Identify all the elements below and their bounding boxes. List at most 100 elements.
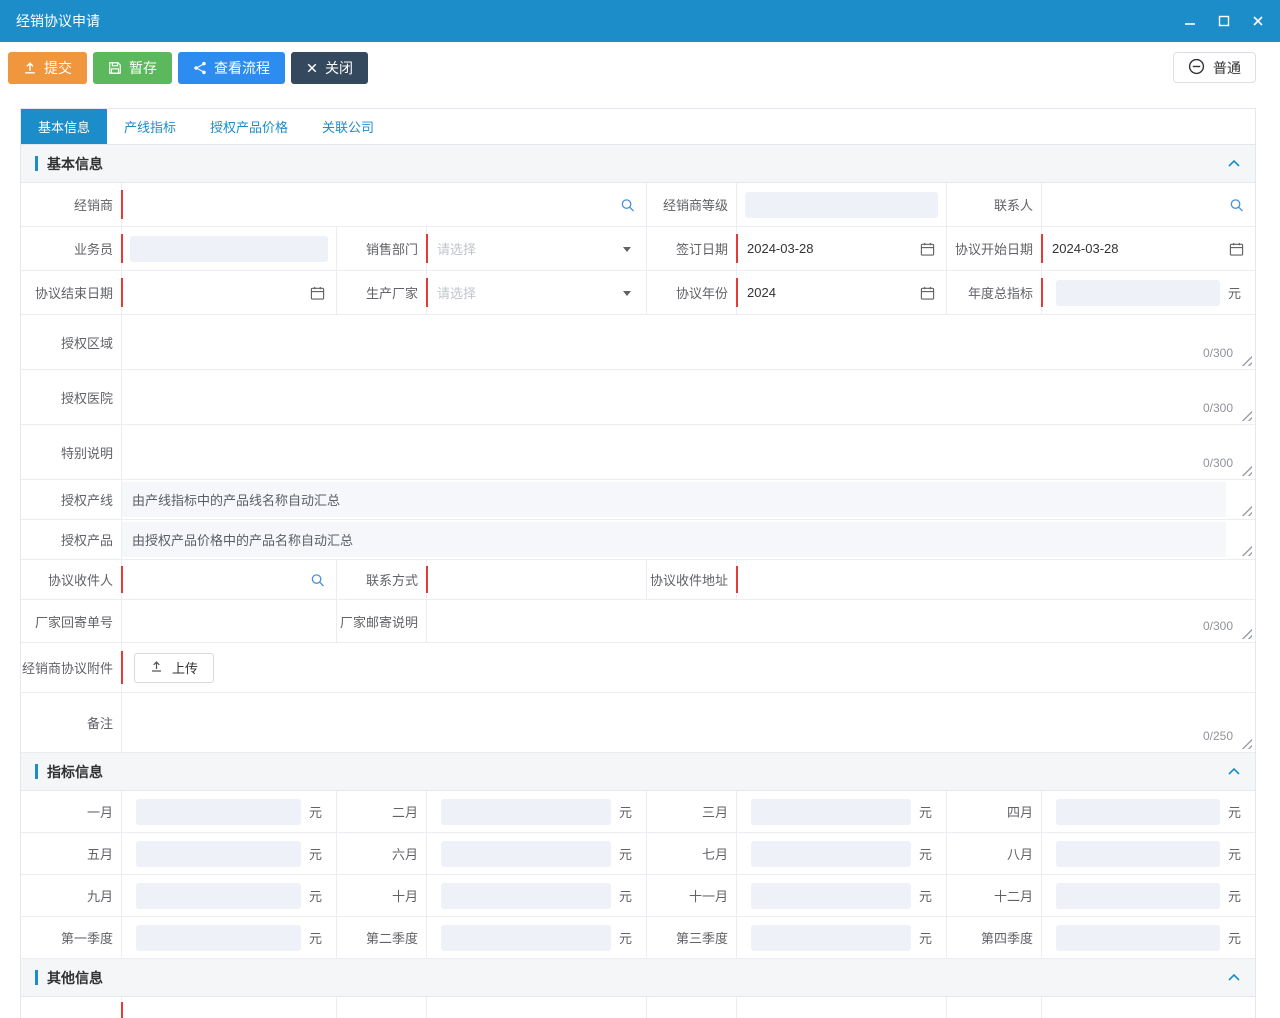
metric-field[interactable]: 元 xyxy=(1041,833,1255,874)
resize-handle-icon[interactable] xyxy=(1241,505,1252,516)
auth-region-textarea[interactable]: 0/300 xyxy=(121,315,1255,369)
close-window-button[interactable] xyxy=(1252,15,1264,27)
chevron-up-icon[interactable] xyxy=(1227,767,1241,776)
metric-field[interactable]: 元 xyxy=(1041,791,1255,832)
tab-basic-info[interactable]: 基本信息 xyxy=(21,109,107,144)
chevron-up-icon[interactable] xyxy=(1227,159,1241,168)
metric-field[interactable]: 元 xyxy=(121,917,336,958)
metric-input[interactable] xyxy=(751,799,911,825)
metric-field[interactable]: 元 xyxy=(426,875,646,916)
return-tracking-field[interactable] xyxy=(121,600,336,642)
recipient-search-field[interactable] xyxy=(121,560,336,599)
metric-input[interactable] xyxy=(136,841,301,867)
metric-field[interactable]: 元 xyxy=(736,917,946,958)
annual-target-field[interactable]: 元 xyxy=(1041,271,1255,314)
metric-input[interactable] xyxy=(751,841,911,867)
metric-input[interactable] xyxy=(441,799,611,825)
search-icon[interactable] xyxy=(1229,197,1244,212)
resize-handle-icon[interactable] xyxy=(1241,355,1252,366)
salesman-field[interactable] xyxy=(121,227,336,270)
metric-field[interactable]: 元 xyxy=(121,833,336,874)
metric-field[interactable]: 元 xyxy=(121,875,336,916)
search-icon[interactable] xyxy=(620,197,635,212)
metric-input[interactable] xyxy=(751,925,911,951)
dealer-search-field[interactable] xyxy=(121,183,646,226)
clipped-field[interactable] xyxy=(736,997,946,1018)
metric-field[interactable]: 元 xyxy=(426,917,646,958)
unit-label: 元 xyxy=(619,928,632,947)
metric-field[interactable]: 元 xyxy=(426,791,646,832)
metric-input[interactable] xyxy=(136,925,301,951)
section-title-other: 其他信息 xyxy=(47,968,103,988)
metric-field[interactable]: 元 xyxy=(736,833,946,874)
resize-handle-icon[interactable] xyxy=(1241,628,1252,639)
dealer-level-field[interactable] xyxy=(736,183,946,226)
tab-authorized-product-price[interactable]: 授权产品价格 xyxy=(193,109,305,144)
clipped-field[interactable] xyxy=(426,997,646,1018)
annual-target-input[interactable] xyxy=(1056,280,1220,306)
submit-button[interactable]: 提交 xyxy=(8,52,87,84)
metric-label: 十一月 xyxy=(646,875,736,916)
agreement-attachment-field: 上传 xyxy=(121,643,1255,692)
recipient-address-field[interactable] xyxy=(736,560,1255,599)
remark-textarea[interactable]: 0/250 xyxy=(121,693,1255,752)
metric-field[interactable]: 元 xyxy=(1041,917,1255,958)
unit-label: 元 xyxy=(1228,283,1241,302)
mailing-note-textarea[interactable]: 0/300 xyxy=(426,600,1255,642)
metric-input[interactable] xyxy=(1056,799,1220,825)
metric-input[interactable] xyxy=(136,883,301,909)
close-form-label: 关闭 xyxy=(325,58,353,78)
tab-related-company[interactable]: 关联公司 xyxy=(305,109,391,144)
auth-product-line-value: 由产线指标中的产品线名称自动汇总 xyxy=(122,482,1226,517)
chevron-up-icon[interactable] xyxy=(1227,973,1241,982)
calendar-icon[interactable] xyxy=(920,241,935,256)
section-title-basic: 基本信息 xyxy=(47,154,103,174)
metric-input[interactable] xyxy=(751,883,911,909)
resize-handle-icon[interactable] xyxy=(1241,465,1252,476)
clipped-field[interactable] xyxy=(1041,997,1255,1018)
manufacturer-select[interactable]: 请选择 xyxy=(426,271,646,314)
salesman-input[interactable] xyxy=(130,236,328,262)
metric-field[interactable]: 元 xyxy=(426,833,646,874)
metric-input[interactable] xyxy=(1056,925,1220,951)
metric-field[interactable]: 元 xyxy=(1041,875,1255,916)
maximize-button[interactable] xyxy=(1218,15,1230,27)
resize-handle-icon[interactable] xyxy=(1241,738,1252,749)
view-process-button[interactable]: 查看流程 xyxy=(178,52,285,84)
search-icon[interactable] xyxy=(310,572,325,587)
agreement-year-field[interactable]: 2024 xyxy=(736,271,946,314)
upload-button[interactable]: 上传 xyxy=(134,653,214,683)
caret-down-icon[interactable] xyxy=(623,247,631,252)
sign-date-field[interactable]: 2024-03-28 xyxy=(736,227,946,270)
end-date-field[interactable] xyxy=(121,271,336,314)
special-note-textarea[interactable]: 0/300 xyxy=(121,425,1255,479)
metric-field[interactable]: 元 xyxy=(736,791,946,832)
contact-search-field[interactable] xyxy=(1041,183,1255,226)
calendar-icon[interactable] xyxy=(1229,241,1244,256)
close-form-button[interactable]: 关闭 xyxy=(291,52,368,84)
metric-field[interactable]: 元 xyxy=(736,875,946,916)
minimize-button[interactable] xyxy=(1184,15,1196,27)
metric-input[interactable] xyxy=(1056,841,1220,867)
metric-field[interactable]: 元 xyxy=(121,791,336,832)
save-draft-button[interactable]: 暂存 xyxy=(93,52,172,84)
start-date-field[interactable]: 2024-03-28 xyxy=(1041,227,1255,270)
priority-badge[interactable]: 普通 xyxy=(1173,52,1256,83)
calendar-icon[interactable] xyxy=(310,285,325,300)
resize-handle-icon[interactable] xyxy=(1241,410,1252,421)
metric-input[interactable] xyxy=(441,925,611,951)
caret-down-icon[interactable] xyxy=(623,291,631,296)
resize-handle-icon[interactable] xyxy=(1241,545,1252,556)
metric-input[interactable] xyxy=(1056,883,1220,909)
calendar-icon[interactable] xyxy=(920,285,935,300)
sales-dept-select[interactable]: 请选择 xyxy=(426,227,646,270)
contact-way-field[interactable] xyxy=(426,560,646,599)
auth-hospital-textarea[interactable]: 0/300 xyxy=(121,370,1255,424)
dealer-level-input[interactable] xyxy=(745,192,938,218)
clipped-field[interactable] xyxy=(121,997,336,1018)
metric-input[interactable] xyxy=(441,841,611,867)
metric-input[interactable] xyxy=(441,883,611,909)
metric-input[interactable] xyxy=(136,799,301,825)
tab-product-line-metrics[interactable]: 产线指标 xyxy=(107,109,193,144)
unit-label: 元 xyxy=(919,844,932,863)
